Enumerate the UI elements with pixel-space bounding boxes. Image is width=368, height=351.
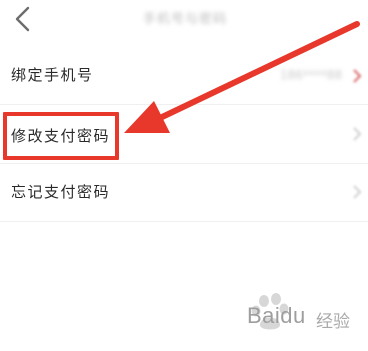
- watermark-sub: 经验: [316, 312, 350, 332]
- watermark-brand: Baidu: [247, 303, 306, 328]
